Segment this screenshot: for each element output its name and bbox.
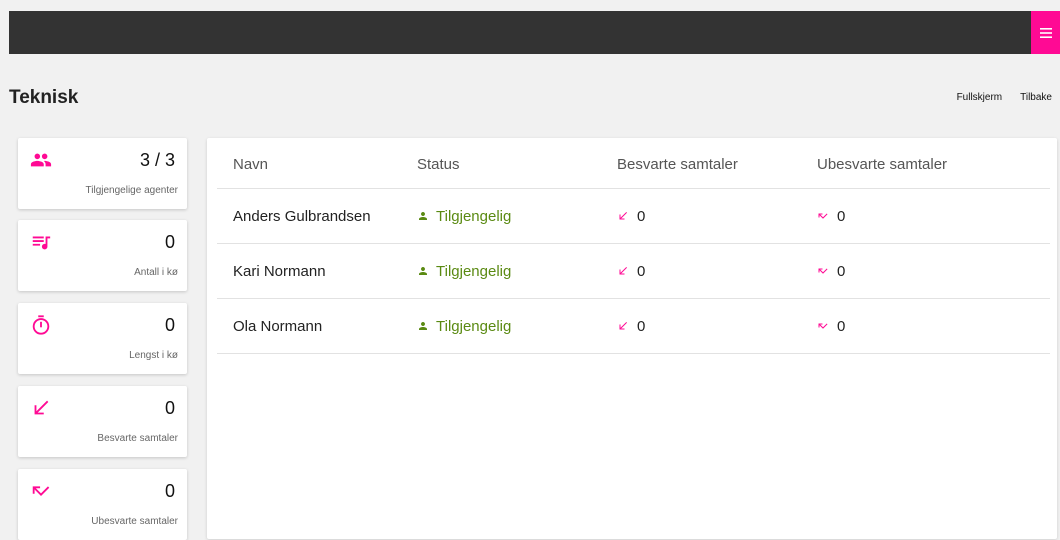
header-links: Fullskjerm Tilbake	[957, 92, 1052, 103]
stat-card-longest-queue: 0 Lengst i kø	[18, 303, 187, 374]
answered-value: 0	[637, 262, 646, 280]
hamburger-icon	[1039, 27, 1052, 38]
column-header-missed: Ubesvarte samtaler	[817, 155, 948, 173]
missed-count: 0	[817, 263, 1050, 280]
answered-count: 0	[617, 208, 817, 225]
menu-button[interactable]	[1031, 11, 1060, 54]
call-received-icon	[34, 400, 49, 415]
agent-status: Tilgjengelig	[417, 263, 617, 280]
stat-card-available-agents: 3 / 3 Tilgjengelige agenter	[18, 138, 187, 209]
answered-value: 0	[637, 317, 646, 335]
stat-value: 0	[164, 481, 175, 501]
stat-label: Tilgjengelige agenter	[85, 185, 178, 196]
stat-label: Lengst i kø	[129, 350, 178, 361]
people-icon	[30, 153, 52, 167]
missed-value: 0	[837, 207, 846, 225]
missed-value: 0	[837, 317, 846, 335]
agent-status: Tilgjengelig	[417, 208, 617, 225]
stat-card-missed-calls: 0 Ubesvarte samtaler	[18, 469, 187, 540]
call-missed-icon	[818, 323, 828, 329]
stat-card-queue-count: 0 Antall i kø	[18, 220, 187, 291]
table-row[interactable]: Anders Gulbrandsen Tilgjengelig 0 0	[217, 189, 1050, 244]
call-received-icon	[619, 267, 627, 275]
call-missed-icon	[818, 213, 828, 219]
answered-count: 0	[617, 263, 817, 280]
person-icon	[419, 322, 427, 330]
agent-status: Tilgjengelig	[417, 318, 617, 335]
agents-panel: Navn Status Besvarte samtaler Ubesvarte …	[207, 138, 1057, 539]
column-header-answered: Besvarte samtaler	[617, 155, 738, 173]
missed-value: 0	[837, 262, 846, 280]
agent-name: Anders Gulbrandsen	[233, 207, 371, 225]
answered-value: 0	[637, 207, 646, 225]
status-text: Tilgjengelig	[436, 317, 512, 335]
table-header-row: Navn Status Besvarte samtaler Ubesvarte …	[217, 138, 1050, 189]
missed-count: 0	[817, 208, 1050, 225]
table-row[interactable]: Ola Normann Tilgjengelig 0 0	[217, 299, 1050, 354]
timer-icon	[32, 315, 50, 335]
call-missed-icon	[32, 486, 50, 496]
stat-card-answered-calls: 0 Besvarte samtaler	[18, 386, 187, 457]
stat-value: 0	[164, 232, 175, 252]
stat-label: Ubesvarte samtaler	[91, 516, 178, 527]
missed-count: 0	[817, 318, 1050, 335]
agent-name: Kari Normann	[233, 262, 326, 280]
stat-value: 3 / 3	[139, 150, 175, 170]
stat-value: 0	[164, 315, 175, 335]
person-icon	[419, 267, 427, 275]
back-link[interactable]: Tilbake	[1020, 92, 1052, 103]
stat-label: Besvarte samtaler	[97, 433, 178, 444]
call-received-icon	[619, 322, 627, 330]
status-text: Tilgjengelig	[436, 262, 512, 280]
fullscreen-link[interactable]: Fullskjerm	[957, 92, 1003, 103]
stat-value: 0	[164, 398, 175, 418]
person-icon	[419, 212, 427, 220]
table-row[interactable]: Kari Normann Tilgjengelig 0 0	[217, 244, 1050, 299]
column-header-status: Status	[417, 155, 460, 173]
agents-table: Navn Status Besvarte samtaler Ubesvarte …	[217, 138, 1050, 354]
answered-count: 0	[617, 318, 817, 335]
status-text: Tilgjengelig	[436, 207, 512, 225]
agent-name: Ola Normann	[233, 317, 323, 335]
top-app-bar	[9, 11, 1060, 54]
column-header-name: Navn	[233, 155, 269, 173]
page-title: Teknisk	[9, 87, 79, 108]
queue-music-icon	[32, 236, 51, 250]
call-missed-icon	[818, 268, 828, 274]
call-received-icon	[619, 212, 627, 220]
stat-label: Antall i kø	[134, 267, 178, 278]
